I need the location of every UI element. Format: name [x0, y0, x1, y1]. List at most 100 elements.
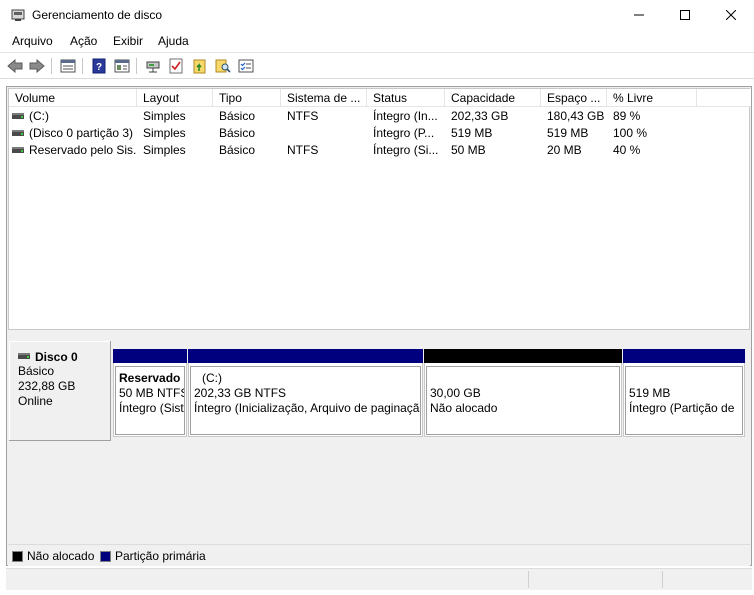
list-view-button[interactable]	[59, 57, 77, 75]
toolbar-separator	[136, 58, 137, 74]
toolbar: ?	[0, 52, 754, 79]
partition-body: (C:) 202,33 GB NTFS Íntegro (Inicializaç…	[190, 366, 421, 435]
legend-label: Partição primária	[115, 549, 206, 563]
legend-swatch-primary	[100, 550, 111, 562]
legend-unallocated: Não alocado	[12, 549, 94, 563]
column-header-tipo[interactable]: Tipo	[213, 89, 281, 107]
details-pane-icon	[114, 59, 130, 73]
cell-tipo: Básico	[219, 109, 256, 123]
partition-title: (C:)	[202, 371, 222, 385]
toolbar-separator	[82, 58, 83, 74]
column-header-sistema[interactable]: Sistema de ...	[281, 89, 367, 107]
window-title: Gerenciamento de disco	[32, 8, 163, 22]
partition-status: Íntegro (Partição de	[629, 401, 735, 415]
drive-icon	[12, 129, 24, 136]
list-view-icon	[60, 59, 76, 73]
disk-label-box[interactable]: Disco 0 Básico 232,88 GB Online	[9, 341, 111, 441]
properties-button[interactable]	[237, 57, 255, 75]
drive-icon	[12, 112, 24, 119]
legend-label: Não alocado	[27, 549, 95, 563]
column-header-status[interactable]: Status	[367, 89, 445, 107]
maximize-icon	[680, 10, 690, 20]
toolbar-separator	[51, 58, 52, 74]
menu-ajuda[interactable]: Ajuda	[158, 34, 189, 48]
maximize-button[interactable]	[662, 0, 708, 30]
column-header-capacidade[interactable]: Capacidade	[445, 89, 541, 107]
cell-status: Íntegro (In...	[373, 109, 438, 123]
column-header-espaco[interactable]: Espaço ...	[541, 89, 607, 107]
cell-volume: (C:)	[12, 108, 136, 125]
help-button[interactable]: ?	[90, 57, 108, 75]
partition-body: 519 MB Íntegro (Partição de	[625, 366, 743, 435]
cell-livre: 89 %	[613, 109, 641, 123]
table-row[interactable]: (Disco 0 partição 3) Simples Básico Ínte…	[9, 125, 751, 142]
forward-arrow-icon	[29, 59, 45, 73]
partition-reservado[interactable]: Reservado 50 MB NTFS Íntegro (Sist	[113, 349, 187, 437]
partition-size: 519 MB	[629, 386, 671, 400]
menu-acao[interactable]: Ação	[70, 34, 97, 48]
partition-status: Íntegro (Inicialização, Arquivo de pagin…	[194, 401, 421, 415]
cell-espaco: 20 MB	[547, 143, 582, 157]
partition-title: Reservado	[119, 371, 181, 385]
search-button[interactable]	[214, 57, 232, 75]
disk-size: 232,88 GB	[18, 379, 76, 393]
partition-bar	[113, 349, 187, 363]
disk-management-icon	[11, 9, 25, 21]
partition-bar	[188, 349, 423, 363]
partition-c[interactable]: (C:) 202,33 GB NTFS Íntegro (Inicializaç…	[188, 349, 423, 437]
search-icon	[215, 59, 231, 73]
drive-icon	[12, 146, 24, 153]
partition-recovery[interactable]: 519 MB Íntegro (Partição de	[623, 349, 745, 437]
forward-button[interactable]	[28, 57, 46, 75]
title-bar: Gerenciamento de disco	[0, 0, 754, 30]
close-button[interactable]	[708, 0, 754, 30]
drive-icon	[18, 353, 30, 359]
disk-state: Online	[18, 394, 53, 408]
table-row[interactable]: Reservado pelo Sis... Simples Básico NTF…	[9, 142, 751, 159]
minimize-button[interactable]	[616, 0, 662, 30]
column-header-layout[interactable]: Layout	[137, 89, 213, 107]
help-icon: ?	[92, 58, 106, 74]
cell-volume: (Disco 0 partição 3)	[12, 125, 136, 142]
check-icon	[169, 58, 183, 74]
details-pane-button[interactable]	[113, 57, 131, 75]
back-button[interactable]	[6, 57, 24, 75]
partition-bar	[623, 349, 745, 363]
legend-swatch-unallocated	[12, 550, 23, 562]
partition-unallocated[interactable]: 30,00 GB Não alocado	[424, 349, 622, 437]
properties-icon	[238, 59, 254, 73]
disk-name: Disco 0	[35, 350, 78, 364]
close-icon	[726, 10, 736, 20]
table-row[interactable]: (C:) Simples Básico NTFS Íntegro (In... …	[9, 108, 751, 125]
pane-splitter[interactable]	[7, 334, 751, 339]
cell-capacidade: 202,33 GB	[451, 109, 509, 123]
column-header-livre[interactable]: % Livre	[607, 89, 697, 107]
volume-name: (C:)	[29, 109, 49, 123]
disk-name-row: Disco 0	[18, 350, 110, 364]
volume-name: Reservado pelo Sis...	[29, 143, 136, 157]
cell-espaco: 180,43 GB	[547, 109, 605, 123]
menu-exibir[interactable]: Exibir	[113, 34, 143, 48]
folder-up-icon	[193, 59, 206, 74]
volume-list[interactable]: Volume Layout Tipo Sistema de ... Status…	[8, 88, 751, 330]
legend-primary: Partição primária	[100, 549, 206, 563]
svg-text:?: ?	[96, 62, 102, 73]
cell-tipo: Básico	[219, 126, 256, 140]
volume-name: (Disco 0 partição 3)	[29, 126, 134, 140]
partition-status: Não alocado	[430, 401, 498, 415]
connect-button[interactable]	[144, 57, 162, 75]
cell-layout: Simples	[143, 143, 186, 157]
cell-layout: Simples	[143, 109, 186, 123]
partition-size: 30,00 GB	[430, 386, 481, 400]
partition-size: 202,33 GB NTFS	[194, 386, 287, 400]
menu-bar: Arquivo Ação Exibir Ajuda	[0, 30, 754, 52]
check-button[interactable]	[167, 57, 185, 75]
menu-arquivo[interactable]: Arquivo	[12, 34, 53, 48]
cell-layout: Simples	[143, 126, 186, 140]
column-header-volume[interactable]: Volume	[9, 89, 137, 107]
cell-status: Íntegro (Si...	[373, 143, 439, 157]
back-arrow-icon	[7, 59, 23, 73]
disk-map: Disco 0 Básico 232,88 GB Online Reservad…	[8, 340, 750, 540]
folder-up-button[interactable]	[191, 57, 209, 75]
partition-size: 50 MB NTFS	[119, 386, 185, 400]
